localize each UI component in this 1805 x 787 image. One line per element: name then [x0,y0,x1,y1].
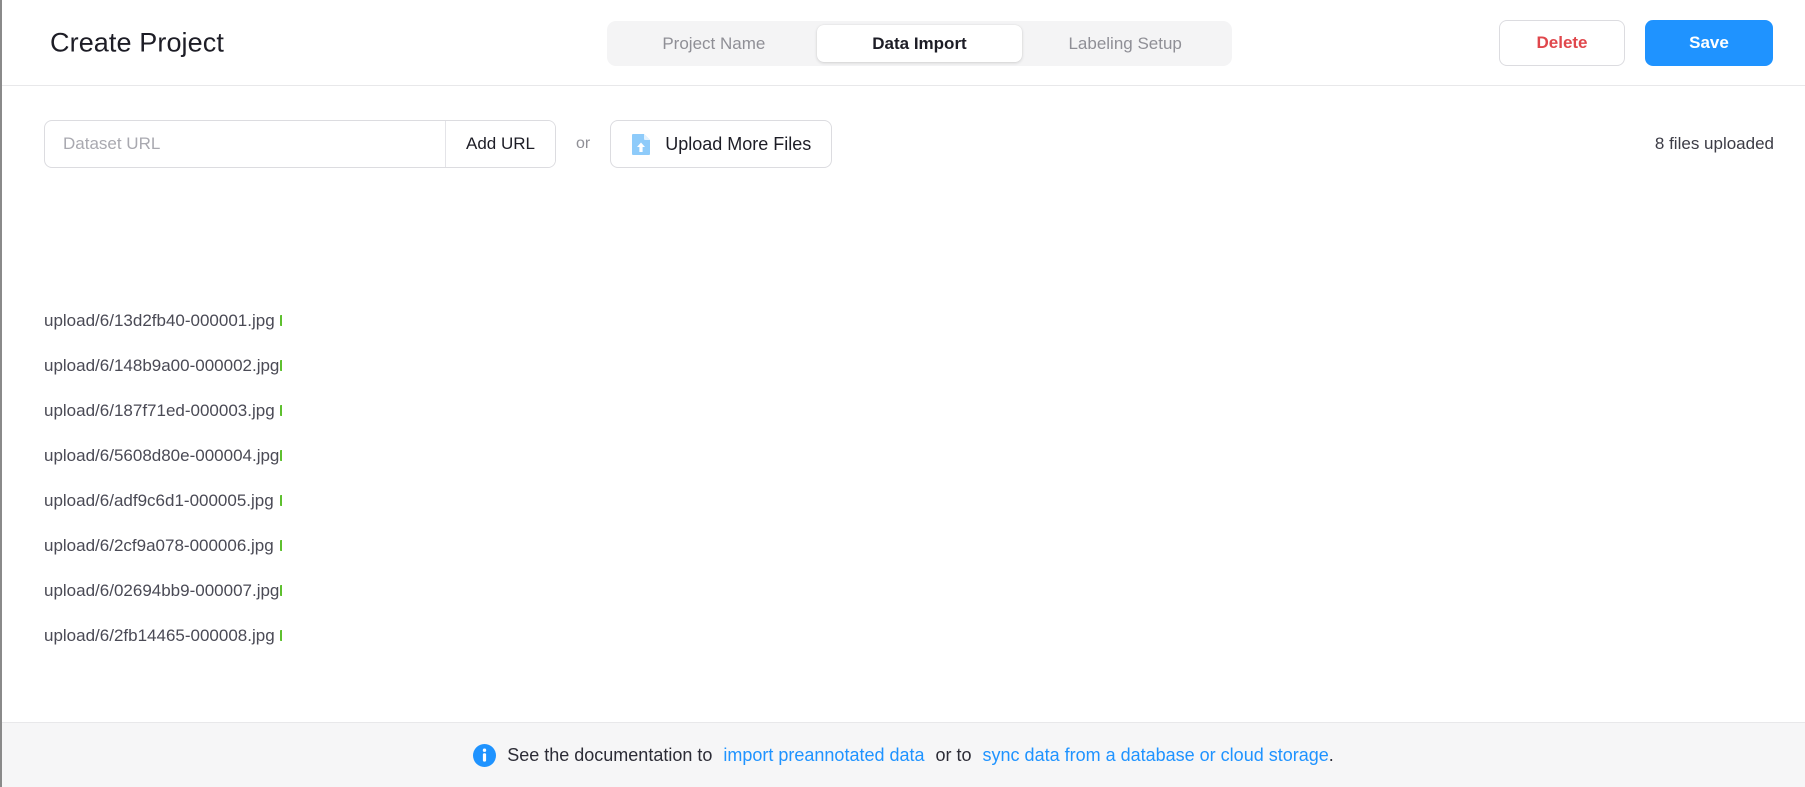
upload-progress-bar [280,360,482,371]
upload-progress-fill [280,585,282,596]
upload-progress-fill [280,450,282,461]
file-name: upload/6/13d2fb40-000001.jpg [44,310,275,330]
header-actions: Delete Save [1499,19,1773,66]
upload-progress-fill [280,540,282,551]
page-header: Create Project Project Name Data Import … [2,0,1805,86]
upload-progress-bar [280,540,482,551]
file-name: upload/6/2cf9a078-000006.jpg [44,535,274,555]
tab-project-name[interactable]: Project Name [611,25,817,62]
dataset-url-input[interactable] [45,121,445,167]
file-name: upload/6/5608d80e-000004.jpg [44,445,280,465]
sync-data-link[interactable]: sync data from a database or cloud stora… [983,745,1329,765]
file-name: upload/6/adf9c6d1-000005.jpg [44,490,274,510]
upload-progress-bar [280,630,482,641]
footer-text-end: . [1328,744,1334,765]
file-name: upload/6/02694bb9-000007.jpg [44,580,280,600]
table-row: upload/6/2fb14465-000008.jpg [2,613,1805,658]
table-row: upload/6/187f71ed-000003.jpg [2,388,1805,433]
files-uploaded-count: 8 files uploaded [1654,134,1774,153]
create-project-page: Create Project Project Name Data Import … [0,0,1805,787]
info-circle-icon [473,743,497,767]
table-row: upload/6/5608d80e-000004.jpg [2,433,1805,478]
upload-progress-fill [280,405,282,416]
table-row: upload/6/adf9c6d1-000005.jpg [2,478,1805,523]
upload-more-files-label: Upload More Files [665,133,812,154]
table-row: upload/6/2cf9a078-000006.jpg [2,523,1805,568]
footer-text-middle: or to [935,744,972,765]
import-preannotated-data-link[interactable]: import preannotated data [723,745,924,766]
or-separator-label: or [576,135,591,152]
upload-progress-fill [280,495,282,506]
uploaded-file-list: upload/6/13d2fb40-000001.jpg upload/6/14… [2,298,1805,658]
upload-progress-bar [280,495,482,506]
file-name: upload/6/2fb14465-000008.jpg [44,625,275,645]
file-name: upload/6/187f71ed-000003.jpg [44,400,275,420]
upload-progress-fill [280,630,282,641]
page-title: Create Project [50,27,224,57]
file-name: upload/6/148b9a00-000002.jpg [44,355,280,375]
import-controls-row: Add URL or Upload More Files [44,120,833,168]
upload-more-files-button[interactable]: Upload More Files [610,120,833,168]
add-url-button[interactable]: Add URL [445,121,555,167]
upload-progress-fill [280,360,282,371]
footer-text-before: See the documentation to [507,744,713,765]
delete-button[interactable]: Delete [1499,19,1625,66]
tab-data-import[interactable]: Data Import [816,25,1023,62]
upload-progress-bar [280,405,482,416]
data-import-panel: Add URL or Upload More Files 8 files upl… [2,86,1805,722]
tab-labeling-setup[interactable]: Labeling Setup [1022,25,1228,62]
footer-message: See the documentation to import preannot… [473,743,1334,767]
upload-progress-fill [280,315,282,326]
documentation-footer: See the documentation to import preannot… [2,722,1805,787]
upload-progress-bar [280,585,482,596]
footer-link-sync-wrapper: sync data from a database or cloud stora… [983,745,1334,766]
table-row: upload/6/148b9a00-000002.jpg [2,343,1805,388]
upload-progress-bar [280,450,482,461]
save-button[interactable]: Save [1645,19,1773,66]
upload-progress-bar [280,315,482,326]
table-row: upload/6/13d2fb40-000001.jpg [2,298,1805,343]
dataset-url-group: Add URL [44,120,556,168]
table-row: upload/6/02694bb9-000007.jpg [2,568,1805,613]
file-upload-icon [631,133,652,156]
wizard-tab-group: Project Name Data Import Labeling Setup [607,21,1232,66]
